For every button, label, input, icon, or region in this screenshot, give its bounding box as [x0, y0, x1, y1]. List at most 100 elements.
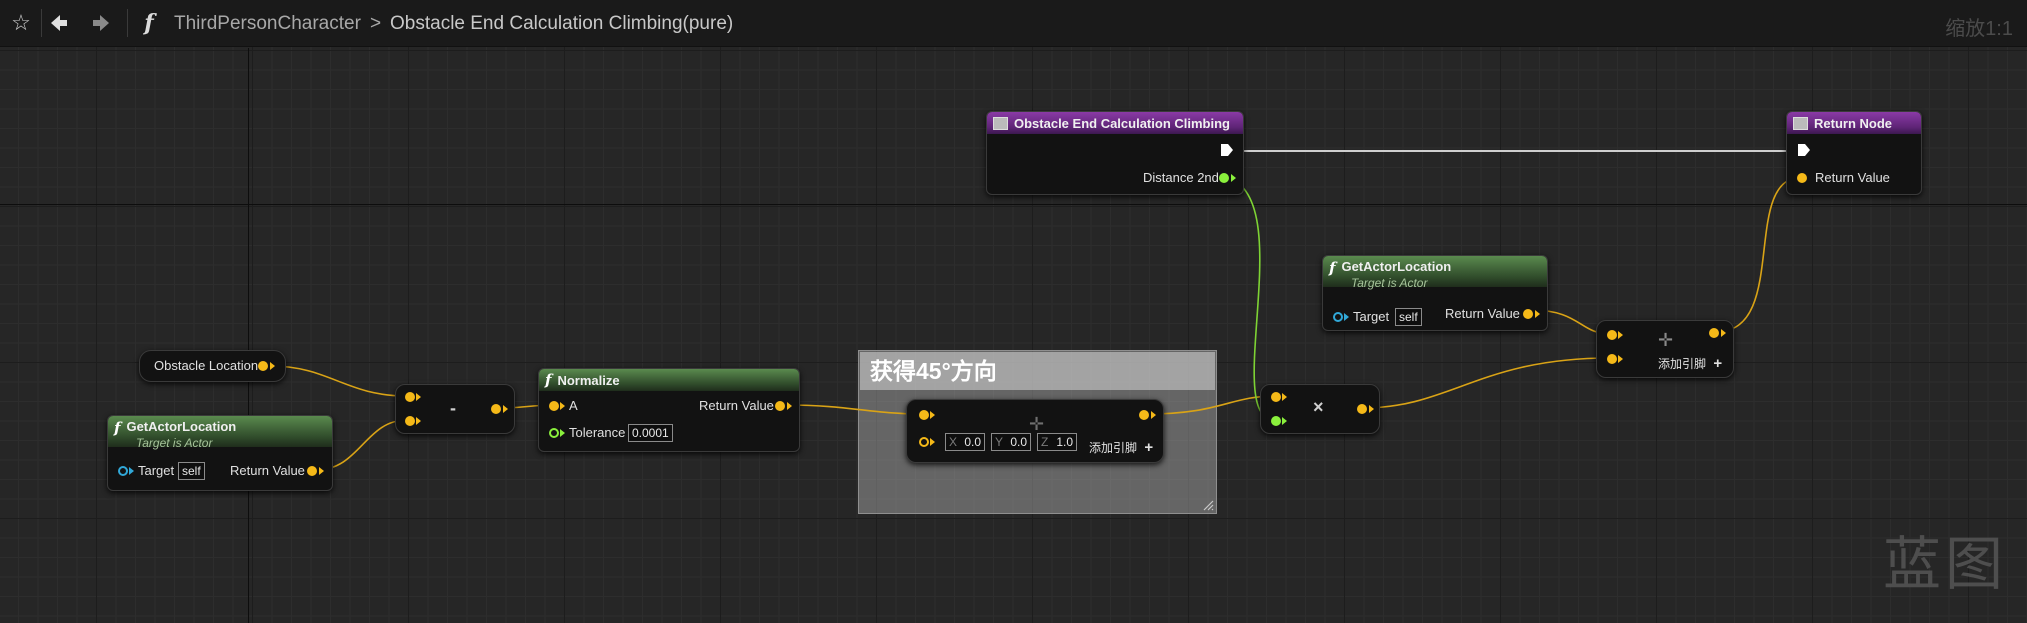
- normalize-return-output-pin[interactable]: [775, 401, 785, 411]
- add-output-arrow: [1721, 329, 1726, 337]
- return-value-output-pin[interactable]: [307, 466, 317, 476]
- add-pin-button[interactable]: 添加引脚 +: [1658, 355, 1722, 372]
- breadcrumb-class[interactable]: ThirdPersonCharacter: [174, 13, 361, 35]
- zoom-level-label: 缩放1:1: [1945, 18, 2013, 40]
- function-entry-icon: [993, 116, 1008, 130]
- return-value-input-pin[interactable]: [1797, 173, 1807, 183]
- add-input-b-pin[interactable]: [1607, 354, 1617, 364]
- return-value-output-arrow: [319, 467, 324, 475]
- return-value-label: Return Value: [1445, 306, 1520, 321]
- add-symbol-icon: ✛: [1658, 330, 1674, 350]
- multiply-input-b-pin[interactable]: [1271, 416, 1281, 426]
- multiply-input-a-pin[interactable]: [1271, 392, 1281, 402]
- function-entry-title: Obstacle End Calculation Climbing: [1014, 115, 1230, 131]
- target-label: Target: [1353, 309, 1390, 324]
- subtract-input-b-pin[interactable]: [405, 416, 415, 426]
- rotate-output-pin[interactable]: [1139, 410, 1149, 420]
- function-icon: f: [144, 10, 154, 36]
- subtract-symbol: -: [450, 398, 456, 418]
- wire-add-to-return: [1715, 176, 1803, 333]
- normalize-return-label: Return Value: [699, 398, 774, 413]
- rotate-vector-input-pin[interactable]: [919, 410, 929, 420]
- toolbar-divider: [41, 9, 42, 37]
- tolerance-field[interactable]: 0.0001: [628, 424, 673, 442]
- target-is-actor-subtitle: Target is Actor: [136, 436, 213, 450]
- forward-arrow-icon[interactable]: [86, 8, 116, 38]
- target-input-pin[interactable]: [118, 466, 128, 476]
- add-pin-plus-icon: +: [1144, 439, 1154, 456]
- distance-output-pin[interactable]: [1219, 173, 1229, 183]
- subtract-node[interactable]: -: [395, 384, 515, 434]
- target-is-actor-subtitle: Target is Actor: [1351, 276, 1428, 290]
- rotate-vector-node[interactable]: ✛ X 0.0 Y 0.0 Z 1.0 添加引脚 +: [906, 399, 1164, 463]
- get-actor-location-node-top[interactable]: f GetActorLocation Target is Actor Target…: [1322, 255, 1548, 331]
- tolerance-input-pin[interactable]: [549, 428, 559, 438]
- target-input-arrow: [129, 467, 134, 475]
- multiply-output-arrow: [1369, 405, 1374, 413]
- rotate-axis-input-pin[interactable]: [919, 437, 929, 447]
- get-actor-location-node-left[interactable]: f GetActorLocation Target is Actor Target…: [107, 415, 333, 491]
- multiply-input-a-arrow: [1282, 393, 1287, 401]
- wires-layer: [269, 150, 1803, 471]
- return-value-output-pin[interactable]: [1523, 309, 1533, 319]
- return-value-output-arrow: [1535, 310, 1540, 318]
- add-output-pin[interactable]: [1709, 328, 1719, 338]
- obstacle-location-output-arrow: [270, 362, 275, 370]
- distance-output-label: Distance 2nd: [1143, 170, 1219, 185]
- return-node[interactable]: Return Node Return Value: [1786, 111, 1922, 195]
- obstacle-location-label: Obstacle Location: [154, 358, 259, 373]
- wire-obstacle-to-subtract: [269, 365, 408, 397]
- normalize-return-output-arrow: [787, 402, 792, 410]
- blueprint-watermark: 蓝图: [1882, 530, 2007, 598]
- target-self-field[interactable]: self: [178, 462, 205, 480]
- normalize-input-a-label: A: [569, 398, 578, 413]
- wire-normalize-to-rotate: [785, 404, 923, 415]
- target-self-field[interactable]: self: [1395, 308, 1422, 326]
- normalize-input-a-pin[interactable]: [549, 401, 559, 411]
- add-pin-label: 添加引脚: [1089, 441, 1138, 455]
- obstacle-location-variable-node[interactable]: Obstacle Location: [139, 350, 286, 382]
- breadcrumb-separator-icon: >: [370, 13, 382, 34]
- multiply-node[interactable]: ×: [1260, 384, 1380, 434]
- function-icon: f: [1329, 259, 1336, 277]
- subtract-input-a-pin[interactable]: [405, 392, 415, 402]
- subtract-input-b-arrow: [416, 417, 421, 425]
- axis-y-field[interactable]: Y 0.0: [991, 433, 1031, 451]
- blueprint-graph-canvas[interactable]: 获得45°方向 Obstacle End Calculation Climbin…: [0, 0, 2027, 623]
- add-input-a-arrow: [1618, 331, 1623, 339]
- normalize-input-a-arrow: [560, 402, 565, 410]
- function-icon: f: [114, 419, 121, 437]
- subtract-output-pin[interactable]: [491, 404, 501, 414]
- back-arrow-icon[interactable]: [44, 8, 74, 38]
- add-pin-label: 添加引脚: [1658, 357, 1707, 371]
- add-input-a-pin[interactable]: [1607, 330, 1617, 340]
- return-value-label: Return Value: [230, 463, 305, 478]
- subtract-input-a-arrow: [416, 393, 421, 401]
- target-label: Target: [138, 463, 175, 478]
- subtract-output-arrow: [503, 405, 508, 413]
- rotate-node-symbol: ✛: [1029, 414, 1045, 434]
- multiply-input-b-arrow: [1282, 417, 1287, 425]
- get-actor-location-title: GetActorLocation: [1341, 259, 1452, 274]
- tolerance-label: Tolerance: [569, 425, 626, 440]
- exec-output-pin[interactable]: [1220, 143, 1234, 157]
- obstacle-location-output-pin[interactable]: [258, 361, 268, 371]
- breadcrumb-function[interactable]: Obstacle End Calculation Climbing(pure): [390, 13, 733, 35]
- toolbar-divider: [127, 9, 128, 37]
- axis-x-field[interactable]: X 0.0: [945, 433, 985, 451]
- add-input-b-arrow: [1618, 355, 1623, 363]
- multiply-output-pin[interactable]: [1357, 404, 1367, 414]
- normalize-node[interactable]: f Normalize A Tolerance 0.0001 Return Val…: [538, 368, 800, 452]
- axis-z-field[interactable]: Z 1.0: [1037, 433, 1077, 451]
- function-entry-node[interactable]: Obstacle End Calculation Climbing Distan…: [986, 111, 1244, 195]
- target-input-pin[interactable]: [1333, 312, 1343, 322]
- star-icon[interactable]: ☆: [6, 8, 36, 38]
- wire-multiply-to-add: [1362, 357, 1611, 409]
- axis-x-value: 0.0: [964, 435, 981, 449]
- return-node-icon: [1793, 116, 1808, 130]
- add-pin-button[interactable]: 添加引脚 +: [1089, 439, 1153, 456]
- exec-input-pin[interactable]: [1797, 143, 1811, 157]
- axis-z-value: 1.0: [1056, 435, 1073, 449]
- rotate-output-arrow: [1151, 411, 1156, 419]
- add-node[interactable]: ✛ 添加引脚 +: [1596, 320, 1734, 378]
